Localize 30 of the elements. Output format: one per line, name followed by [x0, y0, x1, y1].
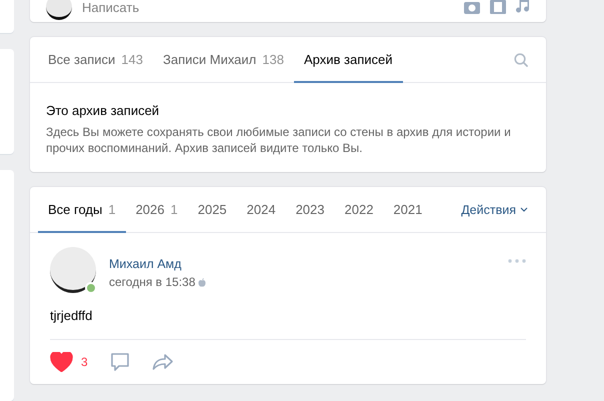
- music-note-icon[interactable]: [516, 0, 530, 14]
- year-tab[interactable]: 2024: [236, 187, 286, 233]
- camera-icon[interactable]: [464, 0, 480, 14]
- avatar: [46, 0, 72, 20]
- year-tab[interactable]: 2022: [334, 187, 384, 233]
- year-tab[interactable]: Все годы 1: [38, 187, 126, 233]
- video-icon[interactable]: [490, 0, 506, 14]
- like-button[interactable]: 3: [50, 352, 88, 372]
- wall-tab[interactable]: Архив записей: [294, 37, 402, 83]
- wall-tab[interactable]: Записи Михаил 138: [152, 37, 294, 83]
- actions-dropdown[interactable]: Действия: [451, 187, 538, 232]
- year-tab[interactable]: 2025: [188, 187, 237, 233]
- year-tab[interactable]: 2023: [286, 187, 334, 233]
- post-time: сегодня в 15:38: [109, 275, 196, 289]
- comment-icon[interactable]: [110, 352, 130, 372]
- avatar[interactable]: [50, 247, 96, 293]
- author-link[interactable]: Михаил Амд: [109, 257, 182, 271]
- archive-description: Здесь Вы можете сохранять свои любимые записи со стены в архив для истории и прочих воспоминаний. Архив записей видите только Вы.: [46, 124, 512, 156]
- search-icon[interactable]: [514, 53, 528, 67]
- chevron-down-icon: [520, 207, 528, 212]
- year-tab[interactable]: 2026 1: [126, 187, 188, 233]
- more-icon[interactable]: [508, 259, 526, 263]
- post-input-field[interactable]: Написать: [82, 0, 454, 14]
- archive-title: Это архив записей: [46, 103, 160, 118]
- wall-tab[interactable]: Все записи 143: [38, 37, 153, 83]
- share-icon[interactable]: [152, 353, 174, 371]
- side-card: [0, 0, 14, 33]
- post-text: tjrjedffd: [50, 308, 526, 340]
- apple-icon: [198, 278, 206, 286]
- year-tab[interactable]: 2021: [383, 187, 432, 233]
